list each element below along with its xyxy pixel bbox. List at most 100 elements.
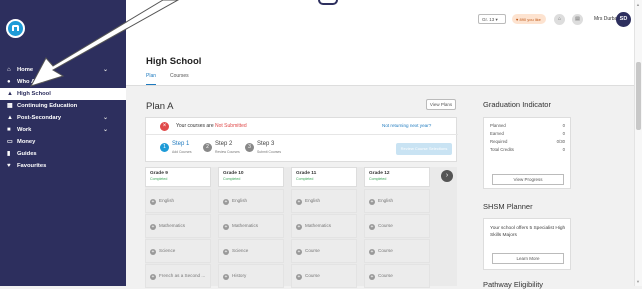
graduation-label: Required xyxy=(490,139,508,144)
pathway-eligibility-title: Pathway Eligibility xyxy=(483,280,544,289)
page-title: High School xyxy=(146,56,202,67)
chevron-right-icon[interactable]: › xyxy=(441,170,453,182)
tab-plan[interactable]: Plan xyxy=(146,73,157,85)
plus-icon: + xyxy=(223,199,229,205)
sidebar-item-high-school[interactable]: ▲ High School xyxy=(0,88,126,100)
grade-column-header[interactable]: Grade 11 Completed xyxy=(291,167,357,187)
course-slot[interactable]: + English xyxy=(364,189,430,213)
tab-bar: Plan Courses xyxy=(146,73,189,85)
plus-icon: + xyxy=(369,274,375,280)
grade-column-header[interactable]: Grade 9 Completed xyxy=(145,167,211,187)
building-icon[interactable] xyxy=(6,19,25,38)
status-value: Not Submitted xyxy=(215,123,247,129)
course-name: Mathematics xyxy=(305,223,332,228)
course-slot[interactable]: + Course xyxy=(364,264,430,288)
course-slot[interactable]: + Course xyxy=(291,239,357,263)
sidebar-item-home[interactable]: ⌂ Home ⌄ xyxy=(0,64,126,76)
view-plans-button[interactable]: View Plans xyxy=(426,99,456,110)
plus-icon: + xyxy=(223,224,229,230)
grade-name: Grade 12 xyxy=(369,171,390,176)
chevron-down-icon[interactable]: ⌄ xyxy=(103,114,108,121)
sidebar-item-who-am-i[interactable]: ● Who Am I xyxy=(0,76,126,88)
sidebar-item-label: High School xyxy=(17,91,51,97)
user-circle-icon: ● xyxy=(7,79,11,85)
guide-icon: ▮ xyxy=(7,151,11,157)
chevron-down-icon[interactable]: ⌄ xyxy=(103,126,108,133)
plus-icon: + xyxy=(223,249,229,255)
sidebar-item-label: Post-Secondary xyxy=(17,115,62,121)
grade-select[interactable]: Gr. 13 ▾ xyxy=(478,14,506,24)
course-slot[interactable]: + English xyxy=(218,189,284,213)
scrollbar-thumb[interactable] xyxy=(636,62,641,130)
course-name: Course xyxy=(378,273,393,278)
graduation-cap-icon: ▲ xyxy=(7,91,13,97)
sidebar-item-favourites[interactable]: ♥ Favourites xyxy=(0,160,126,172)
money-icon: ▭ xyxy=(7,139,13,145)
home-icon: ⌂ xyxy=(7,67,11,73)
sidebar: ⌂ Home ⌄ ● Who Am I ▲ High School ▦ Continuing E… xyxy=(0,0,126,286)
course-name: Mathematics xyxy=(159,223,186,228)
sidebar-item-work[interactable]: ■ Work ⌄ xyxy=(0,124,126,136)
view-progress-button[interactable]: View Progress xyxy=(492,174,564,185)
sidebar-nav: ⌂ Home ⌄ ● Who Am I ▲ High School ▦ Continuing E… xyxy=(0,64,126,172)
sidebar-item-money[interactable]: ▭ Money xyxy=(0,136,126,148)
step-subtitle: Submit Courses xyxy=(257,150,282,154)
page-header: High School Plan Courses xyxy=(126,42,634,86)
course-name: Course xyxy=(378,223,393,228)
inbox-icon[interactable]: ▤ xyxy=(572,14,583,25)
graduation-indicator-title: Graduation Indicator xyxy=(483,100,551,109)
step-number: 3 xyxy=(245,143,254,152)
error-icon: × xyxy=(160,122,169,131)
course-slot[interactable]: + Course xyxy=(364,239,430,263)
grade-column-header[interactable]: Grade 12 Completed xyxy=(364,167,430,187)
status-card: × Your courses are Not Submitted Not ret… xyxy=(145,117,458,162)
graduation-label: Total Credits xyxy=(490,147,514,152)
graduation-value: 0/30 xyxy=(556,139,565,144)
book-icon: ▦ xyxy=(7,103,13,109)
scroll-down-icon[interactable]: ▼ xyxy=(636,279,640,284)
grade-name: Grade 9 xyxy=(150,171,168,176)
course-slot[interactable]: + Science xyxy=(218,239,284,263)
tab-courses[interactable]: Courses xyxy=(170,73,189,85)
scrollbar[interactable]: ▲ ▼ xyxy=(634,0,642,286)
graduation-row: Required 0/30 xyxy=(484,138,570,146)
grade-status: Completed xyxy=(150,177,168,181)
course-slot[interactable]: + Science xyxy=(145,239,211,263)
learn-more-button[interactable]: Learn More xyxy=(492,253,564,264)
home-circle-icon[interactable]: ⌂ xyxy=(554,14,565,25)
plus-icon: + xyxy=(296,249,302,255)
course-slot[interactable]: + English xyxy=(145,189,211,213)
sidebar-item-label: Who Am I xyxy=(17,79,44,85)
plus-icon: + xyxy=(369,224,375,230)
course-slot[interactable]: + French as a Second ... xyxy=(145,264,211,288)
course-slot[interactable]: + Mathematics xyxy=(145,214,211,238)
course-slot[interactable]: + Course xyxy=(291,264,357,288)
review-course-selections-button[interactable]: Review Course Selections xyxy=(396,143,452,155)
sidebar-item-post-secondary[interactable]: ▲ Post-Secondary ⌄ xyxy=(0,112,126,124)
graduation-label: Earned xyxy=(490,131,504,136)
sidebar-item-continuing-education[interactable]: ▦ Continuing Education xyxy=(0,100,126,112)
course-slot[interactable]: + English xyxy=(291,189,357,213)
grade-column-header[interactable]: Grade 10 Completed xyxy=(218,167,284,187)
course-name: Science xyxy=(159,248,176,253)
sidebar-item-label: Work xyxy=(17,127,32,133)
course-slot[interactable]: + History xyxy=(218,264,284,288)
sidebar-item-guides[interactable]: ▮ Guides xyxy=(0,148,126,160)
scroll-up-icon[interactable]: ▲ xyxy=(636,2,640,7)
course-name: History xyxy=(232,273,247,278)
chevron-down-icon[interactable]: ⌄ xyxy=(103,66,108,73)
not-returning-link[interactable]: Not returning next year? xyxy=(382,123,431,128)
plus-icon: + xyxy=(296,224,302,230)
course-name: Course xyxy=(378,248,393,253)
course-slot[interactable]: + Mathematics xyxy=(218,214,284,238)
avatar[interactable]: SD xyxy=(616,12,631,27)
grade-status: Completed xyxy=(369,177,387,181)
graduation-value: 0 xyxy=(562,147,565,152)
graduation-value: 0 xyxy=(562,123,565,128)
plus-icon: + xyxy=(150,274,156,280)
course-slot[interactable]: + Mathematics xyxy=(291,214,357,238)
graduation-row: Total Credits 0 xyxy=(484,146,570,154)
course-slot[interactable]: + Course xyxy=(364,214,430,238)
graduation-row: Earned 0 xyxy=(484,130,570,138)
favourites-badge[interactable]: ♥ 890 you like xyxy=(512,14,546,24)
